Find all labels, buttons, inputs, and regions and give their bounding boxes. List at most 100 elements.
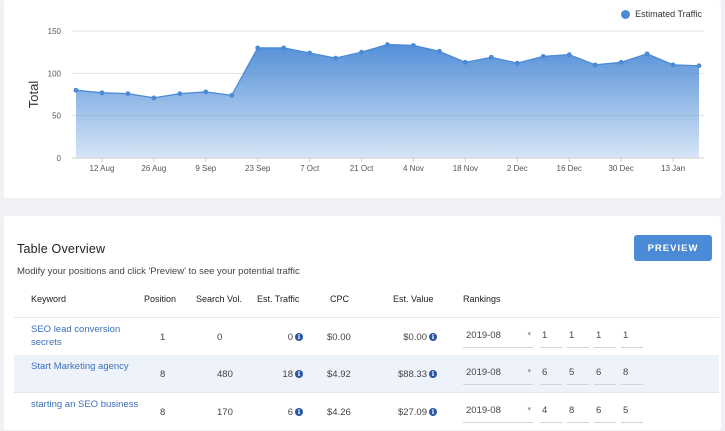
- header-est-value: Est. Value: [393, 294, 434, 304]
- data-point: [73, 87, 79, 93]
- header-keyword: Keyword: [31, 294, 67, 304]
- est-traffic-cell: 18 i: [273, 369, 303, 380]
- data-point: [488, 54, 494, 60]
- position-value: 1: [160, 332, 166, 343]
- data-point: [462, 59, 468, 65]
- keyword-link[interactable]: starting an SEO business: [31, 399, 141, 412]
- traffic-chart: 0 50 100 150 Total 12 Aug 26 Aug 9 Sep 23 Sep 7 O…: [26, 27, 704, 173]
- est-traffic-value: 0: [287, 332, 293, 343]
- data-point: [385, 42, 390, 47]
- header-cpc: CPC: [330, 294, 350, 304]
- ranking-input[interactable]: 5: [621, 400, 643, 423]
- x-tick-label: 2 Dec: [507, 164, 528, 173]
- data-point: [255, 45, 261, 51]
- est-value-cell: $0.00 i: [392, 332, 437, 343]
- ranking-input[interactable]: 4: [540, 400, 562, 423]
- est-traffic-value: 6: [287, 407, 293, 418]
- data-point: [359, 49, 364, 55]
- chart-card: 0 50 100 150 Total 12 Aug 26 Aug 9 Sep 23 Sep 7 O…: [4, 0, 721, 198]
- ranking-input[interactable]: 6: [540, 362, 562, 385]
- ranking-input[interactable]: 5: [567, 362, 589, 385]
- data-point: [540, 54, 546, 59]
- preview-button[interactable]: PREVIEW: [634, 235, 712, 261]
- info-icon[interactable]: i: [295, 333, 303, 341]
- data-point: [696, 63, 702, 69]
- est-value-value: $27.09: [397, 407, 427, 418]
- ranking-value: 8: [569, 405, 575, 416]
- ranking-value: 6: [596, 405, 602, 416]
- chart-legend[interactable]: Estimated Traffic: [621, 9, 702, 19]
- ranking-value: 1: [569, 330, 575, 341]
- info-icon[interactable]: i: [429, 333, 437, 341]
- est-value-value: $0.00: [403, 332, 427, 343]
- info-icon[interactable]: i: [295, 408, 303, 416]
- keyword-link[interactable]: SEO lead conversion secrets: [31, 324, 141, 349]
- ranking-value: 1: [596, 330, 602, 341]
- x-tick-label: 26 Aug: [141, 164, 166, 173]
- data-point: [670, 62, 676, 68]
- section-subtitle: Modify your positions and click 'Preview…: [17, 266, 300, 277]
- ranking-input[interactable]: 8: [621, 362, 643, 385]
- section-title: Table Overview: [17, 242, 106, 256]
- legend-label: Estimated Traffic: [635, 9, 702, 19]
- info-icon[interactable]: i: [429, 370, 437, 378]
- est-value-cell: $88.33 i: [392, 369, 437, 380]
- x-tick-label: 7 Oct: [300, 164, 320, 173]
- cpc-value: $0.00: [327, 332, 351, 343]
- est-traffic-value: 18: [282, 369, 293, 380]
- data-point: [592, 62, 598, 68]
- data-point: [333, 55, 338, 61]
- info-icon[interactable]: i: [295, 370, 303, 378]
- y-tick-label: 0: [57, 154, 62, 163]
- x-tick-label: 16 Dec: [557, 164, 582, 173]
- y-tick-label: 50: [52, 112, 61, 121]
- data-point: [229, 92, 235, 98]
- ranking-input[interactable]: 1: [594, 325, 616, 348]
- ranking-value: 5: [623, 405, 629, 416]
- ranking-value: 4: [542, 405, 548, 416]
- data-point: [177, 91, 183, 97]
- search-vol-value: 480: [217, 369, 233, 380]
- data-point: [203, 89, 209, 95]
- search-vol-value: 170: [217, 407, 233, 418]
- ranking-input[interactable]: 8: [567, 400, 589, 423]
- table-row: Start Marketing agency 8 480 18 i $4.92 $88.33…: [14, 355, 719, 393]
- search-vol-value: 0: [217, 332, 223, 343]
- position-value: 8: [160, 369, 166, 380]
- est-value-cell: $27.09 i: [392, 407, 437, 418]
- legend-dot-icon: [621, 9, 631, 19]
- data-point: [566, 52, 572, 58]
- data-point: [281, 45, 287, 51]
- data-point: [644, 51, 650, 57]
- month-select[interactable]: 2019-08 ▾: [463, 400, 533, 423]
- month-select[interactable]: 2019-08 ▾: [463, 362, 533, 385]
- x-tick-label: 23 Sep: [245, 164, 271, 173]
- table-row: starting an SEO business 8 170 6 i $4.26 $27.0…: [14, 393, 719, 431]
- header-search-vol: Search Vol.: [196, 294, 243, 304]
- info-icon[interactable]: i: [429, 408, 437, 416]
- ranking-value: 6: [596, 367, 602, 378]
- ranking-value: 6: [542, 367, 548, 378]
- month-select[interactable]: 2019-08 ▾: [463, 325, 533, 348]
- ranking-value: 5: [569, 367, 575, 378]
- data-point: [151, 95, 157, 101]
- data-point: [99, 90, 105, 96]
- cpc-value: $4.92: [327, 369, 351, 380]
- caret-down-icon: ▾: [527, 406, 531, 413]
- table-row: SEO lead conversion secrets 1 0 0 i $0.00 $0.0…: [14, 318, 719, 356]
- ranking-input[interactable]: 1: [621, 325, 643, 348]
- x-tick-label: 4 Nov: [403, 164, 424, 173]
- month-value: 2019-08: [466, 367, 501, 378]
- ranking-input[interactable]: 1: [567, 325, 589, 348]
- est-value-value: $88.33: [397, 369, 427, 380]
- ranking-input[interactable]: 6: [594, 362, 616, 385]
- ranking-input[interactable]: 6: [594, 400, 616, 423]
- x-tick-label: 30 Dec: [608, 164, 633, 173]
- ranking-input[interactable]: 1: [540, 325, 562, 348]
- table-card: Table Overview Modify your positions and…: [4, 216, 721, 430]
- keyword-link[interactable]: Start Marketing agency: [31, 361, 141, 374]
- caret-down-icon: ▾: [527, 331, 531, 338]
- series-area: [76, 44, 699, 159]
- y-axis-label: Total: [26, 81, 41, 109]
- x-tick-label: 13 Jan: [661, 164, 685, 173]
